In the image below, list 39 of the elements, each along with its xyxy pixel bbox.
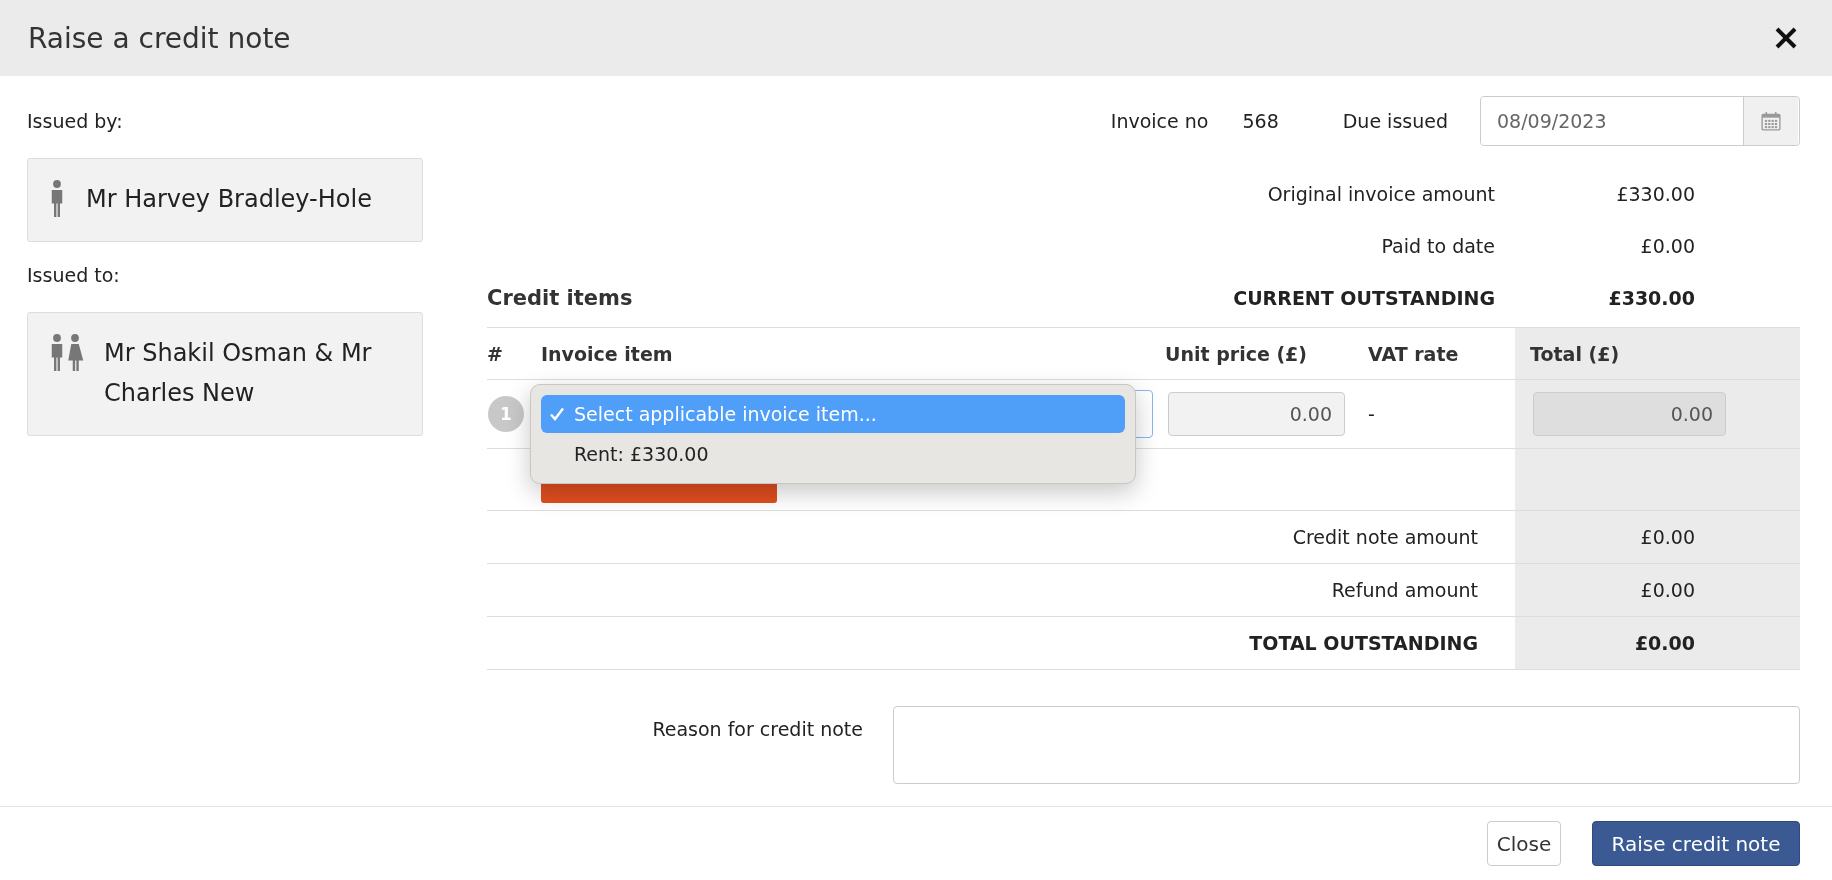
close-button[interactable]: Close xyxy=(1487,821,1561,866)
invoice-label: Invoice no xyxy=(1110,110,1209,132)
total-value: £0.00 xyxy=(1515,511,1800,563)
person-name: Mr Harvey Bradley-Hole xyxy=(86,184,372,215)
dialog-title: Raise a credit note xyxy=(28,21,291,55)
check-icon xyxy=(549,406,565,422)
person-name: Mr Shakil Osman & Mr Charles New xyxy=(104,338,373,409)
total-field[interactable]: 0.00 xyxy=(1533,392,1726,436)
total-value: £0.00 xyxy=(1515,564,1800,616)
column-header: VAT rate xyxy=(1367,341,1460,367)
calendar-button[interactable] xyxy=(1743,97,1798,145)
column-header: # xyxy=(487,341,504,367)
column-header: Unit price (£) xyxy=(1165,341,1308,367)
summary-label: CURRENT OUTSTANDING xyxy=(1233,286,1495,311)
field-label: Issued to: xyxy=(27,264,121,286)
summary-value: £330.00 xyxy=(1607,286,1695,311)
summary-value: £0.00 xyxy=(1639,234,1695,259)
reason-field[interactable] xyxy=(893,706,1800,784)
summary-label: Paid to date xyxy=(1380,234,1495,259)
invoice-number: 568 xyxy=(1242,110,1279,132)
dropdown-option[interactable]: Rent: £330.00 xyxy=(541,435,1125,473)
summary-label: Original invoice amount xyxy=(1266,182,1495,207)
reason-label: Reason for credit note xyxy=(652,718,863,742)
unit-price-field[interactable]: 0.00 xyxy=(1168,392,1345,436)
total-label: Refund amount xyxy=(1330,578,1479,603)
field-label: Issued by: xyxy=(27,110,124,132)
calendar-icon xyxy=(1761,111,1781,131)
date-label: Due issued xyxy=(1342,110,1448,132)
column-header: Total (£) xyxy=(1515,328,1800,379)
column-header: Invoice item xyxy=(541,341,674,367)
total-label: TOTAL OUTSTANDING xyxy=(1248,631,1479,656)
close-icon[interactable] xyxy=(1774,26,1798,50)
raise-credit-note-button[interactable]: Raise credit note xyxy=(1592,821,1800,866)
total-value: £0.00 xyxy=(1515,617,1800,669)
section-title: Credit items xyxy=(487,286,633,310)
total-label: Credit note amount xyxy=(1291,525,1479,550)
vat-rate: - xyxy=(1367,402,1376,427)
date-field[interactable]: 08/09/2023 xyxy=(1480,96,1800,146)
summary-value: £330.00 xyxy=(1615,182,1695,207)
